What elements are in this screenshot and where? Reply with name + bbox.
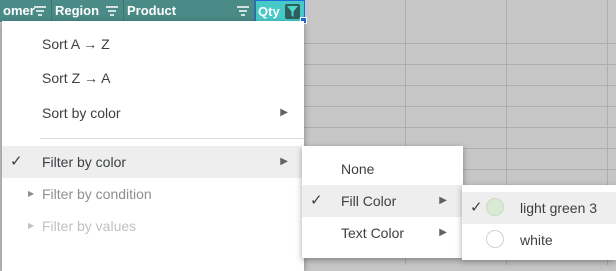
submenu-arrow-icon: ▶ xyxy=(280,156,288,167)
fill-option-white[interactable]: white xyxy=(462,224,616,256)
sort-z-a-item[interactable]: Sort Z → A xyxy=(2,62,304,94)
menu-item-label: Sort by color xyxy=(42,105,121,121)
column-header-label: Qty xyxy=(258,4,280,19)
white-swatch xyxy=(486,230,504,248)
grid-line xyxy=(304,43,616,44)
menu-item-label: Sort Z → A xyxy=(42,70,111,86)
sort-a-z-item[interactable]: Sort A → Z xyxy=(2,28,304,60)
menu-item-label: Sort A → Z xyxy=(42,36,110,52)
fill-color-submenu: ✓ light green 3 white xyxy=(462,185,616,260)
menu-item-label: None xyxy=(341,161,375,177)
check-icon: ✓ xyxy=(10,153,23,170)
grid-line xyxy=(304,106,616,107)
funnel-icon xyxy=(287,6,298,17)
check-icon: ✓ xyxy=(470,199,483,216)
column-header-region[interactable]: Region xyxy=(52,0,124,22)
active-filter-button[interactable] xyxy=(285,4,300,19)
column-header-product[interactable]: Product xyxy=(124,0,255,22)
grid-line xyxy=(304,64,616,65)
light-green-swatch xyxy=(486,198,504,216)
filter-by-color-item[interactable]: ✓ Filter by color ▶ xyxy=(2,146,304,178)
column-menu: Sort A → Z Sort Z → A Sort by color ▶ ✓ … xyxy=(2,21,304,271)
fill-option-light-green-3[interactable]: ✓ light green 3 xyxy=(462,192,616,224)
filter-by-values-item[interactable]: ▶ Filter by values xyxy=(2,210,304,242)
column-header-label: Product xyxy=(127,3,177,18)
column-header-label: Region xyxy=(55,3,100,18)
grid-line xyxy=(304,127,616,128)
color-filter-none-item[interactable]: None xyxy=(302,153,463,185)
menu-item-label: white xyxy=(520,232,553,248)
check-icon: ✓ xyxy=(310,192,323,209)
column-header-qty[interactable]: Qty xyxy=(255,0,305,22)
header-row: omer Region Product Qty xyxy=(0,0,616,24)
fill-color-item[interactable]: ✓ Fill Color ▶ xyxy=(302,185,463,217)
filter-icon[interactable] xyxy=(105,4,119,18)
column-header-label: omer xyxy=(3,3,35,18)
menu-item-label: Text Color xyxy=(341,225,405,241)
menu-item-label: Fill Color xyxy=(341,193,397,209)
sort-by-color-item[interactable]: Sort by color ▶ xyxy=(2,97,304,129)
menu-item-label: Filter by values xyxy=(42,218,137,234)
filter-icon[interactable] xyxy=(33,4,47,18)
menu-item-label: light green 3 xyxy=(520,200,598,216)
submenu-arrow-icon: ▶ xyxy=(439,227,447,238)
menu-divider xyxy=(40,138,304,139)
filter-by-condition-item[interactable]: ▶ Filter by condition xyxy=(2,178,304,210)
column-header-customer[interactable]: omer xyxy=(0,0,52,22)
submenu-arrow-icon: ▶ xyxy=(439,195,447,206)
expand-arrow-icon: ▶ xyxy=(28,189,35,198)
expand-arrow-icon: ▶ xyxy=(28,221,35,230)
grid-line xyxy=(304,85,616,86)
filter-by-color-submenu: None ✓ Fill Color ▶ Text Color ▶ xyxy=(302,146,463,258)
submenu-arrow-icon: ▶ xyxy=(280,107,288,118)
menu-item-label: Filter by condition xyxy=(42,186,152,202)
text-color-item[interactable]: Text Color ▶ xyxy=(302,217,463,249)
filter-icon[interactable] xyxy=(236,4,250,18)
menu-item-label: Filter by color xyxy=(42,154,127,170)
